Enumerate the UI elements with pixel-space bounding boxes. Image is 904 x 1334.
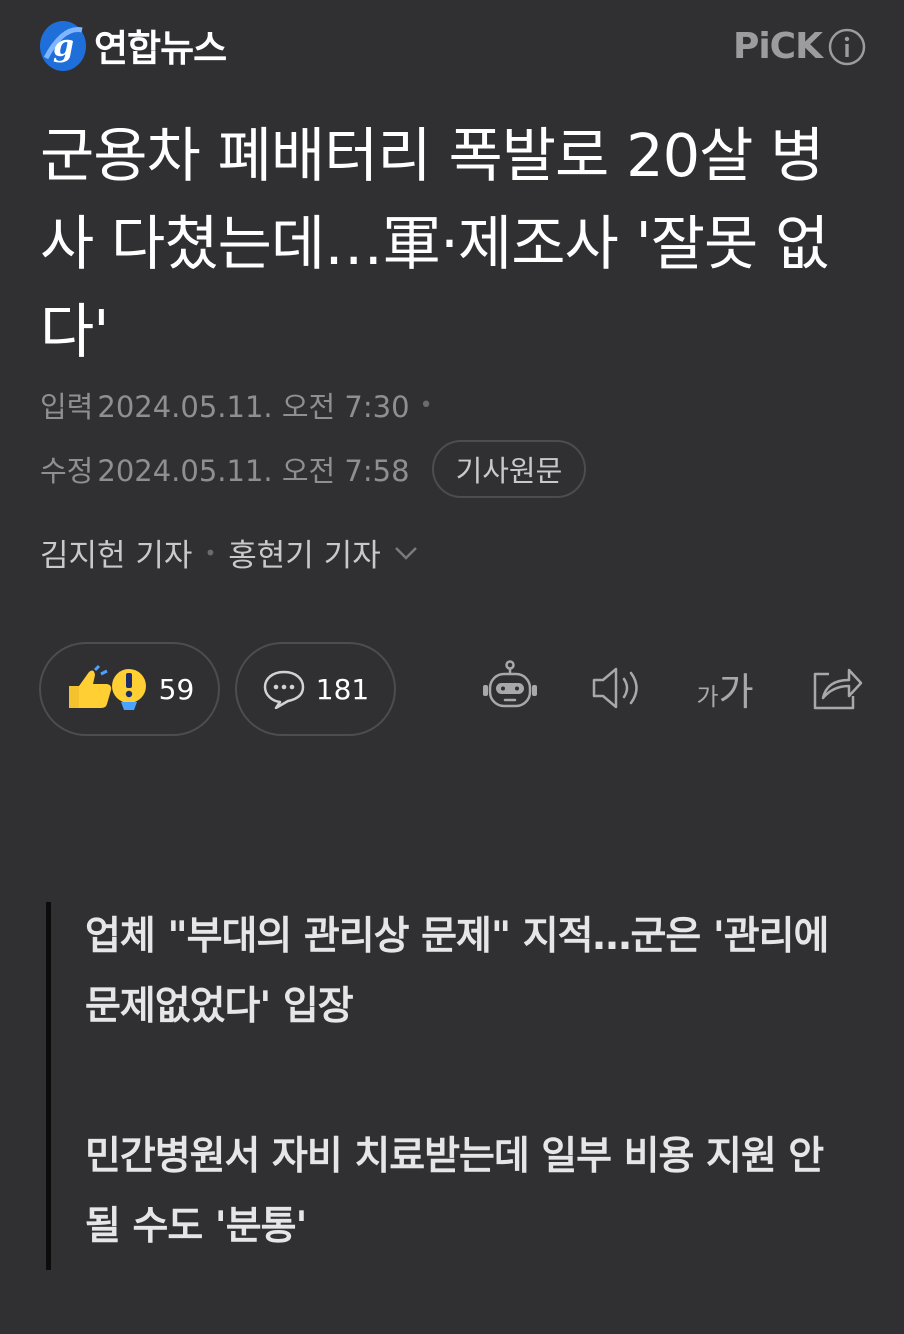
author-name[interactable]: 홍현기 기자 bbox=[228, 530, 380, 575]
comment-count: 181 bbox=[315, 672, 370, 706]
logo-text: 연합뉴스 bbox=[94, 27, 227, 70]
yonhap-globe-logo-icon: g bbox=[40, 21, 86, 71]
article-title: 군용차 폐배터리 폭발로 20살 병사 다쳤는데…軍·제조사 '잘못 없다' bbox=[40, 121, 829, 366]
reaction-count: 59 bbox=[158, 672, 195, 706]
speaker-icon bbox=[592, 667, 638, 709]
share-button[interactable] bbox=[806, 656, 866, 720]
author-list[interactable]: 김지헌 기자 • 홍현기 기자 bbox=[40, 530, 419, 575]
thumbs-up-surprise-emoji-icon bbox=[68, 664, 146, 710]
original-article-button[interactable]: 기사원문 bbox=[431, 440, 587, 498]
text-to-speech-button[interactable] bbox=[588, 656, 648, 720]
comment-button[interactable]: 181 bbox=[235, 642, 396, 736]
meta-separator-dot: • bbox=[419, 392, 433, 418]
edited-time: 수정 2024.05.11. 오전 7:58 기사원문 bbox=[40, 440, 587, 498]
article-summary: 업체 "부대의 관리상 문제" 지적…군은 '관리에 문제없었다' 입장 민간병… bbox=[46, 902, 846, 1270]
pick-label: PiCK bbox=[732, 26, 823, 67]
author-name[interactable]: 김지헌 기자 bbox=[40, 530, 192, 575]
edit-label: 수정 bbox=[40, 454, 94, 488]
input-time: 2024.05.11. 오전 7:30 bbox=[97, 390, 410, 424]
app-header: g 연합뉴스 PiCK bbox=[0, 0, 904, 96]
author-separator: • bbox=[204, 540, 217, 565]
ai-summary-button[interactable] bbox=[480, 656, 540, 720]
share-icon bbox=[813, 668, 863, 710]
font-size-icon: 가가 bbox=[696, 661, 753, 716]
chevron-down-icon[interactable] bbox=[393, 544, 419, 562]
ai-summary-bot-icon bbox=[483, 660, 537, 708]
summary-line: 업체 "부대의 관리상 문제" 지적…군은 '관리에 문제없었다' 입장 bbox=[85, 914, 829, 1029]
svg-text:g: g bbox=[53, 29, 74, 64]
reaction-button[interactable]: 59 bbox=[39, 642, 220, 736]
font-size-button[interactable]: 가가 bbox=[692, 656, 758, 720]
speech-bubble-icon bbox=[263, 670, 305, 709]
summary-line: 민간병원서 자비 치료받는데 일부 비용 지원 안될 수도 '분통' bbox=[85, 1134, 824, 1249]
info-circle-icon[interactable] bbox=[828, 28, 866, 66]
font-size-large-glyph: 가 bbox=[718, 669, 754, 714]
edit-time: 2024.05.11. 오전 7:58 bbox=[97, 454, 410, 488]
pick-button[interactable]: PiCK bbox=[733, 26, 866, 67]
input-label: 입력 bbox=[40, 390, 94, 424]
published-time: 입력 2024.05.11. 오전 7:30 • bbox=[40, 384, 433, 426]
font-size-small-glyph: 가 bbox=[696, 682, 719, 711]
yonhap-logo[interactable]: g 연합뉴스 bbox=[38, 16, 227, 74]
